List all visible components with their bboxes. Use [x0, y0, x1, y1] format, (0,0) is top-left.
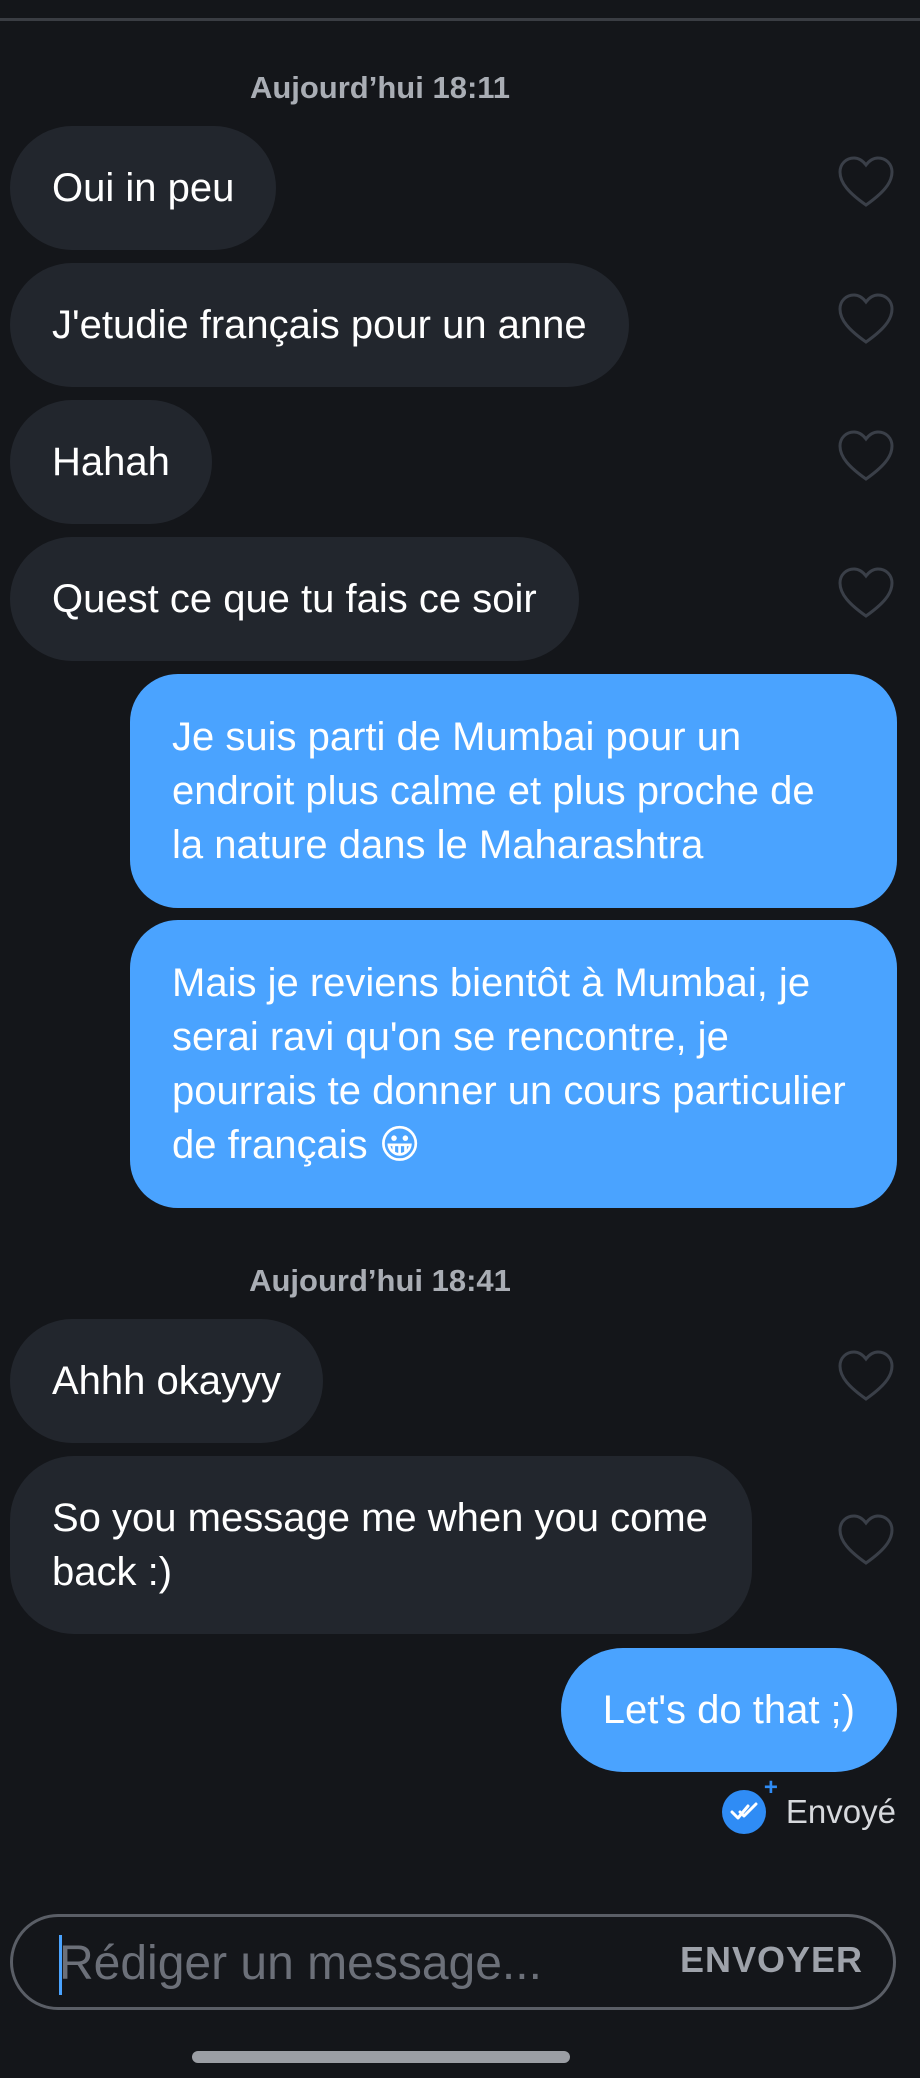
message-outgoing[interactable]: Je suis parti de Mumbai pour un endroit … — [130, 674, 897, 908]
heart-icon[interactable] — [837, 1349, 895, 1403]
message-outgoing[interactable]: Let's do that ;) — [560, 1648, 897, 1772]
timestamp-1811: Aujourd’hui 18:11 — [249, 70, 511, 105]
plus-icon: + — [763, 1774, 778, 1801]
timestamp-1841: Aujourd’hui 18:41 — [249, 1263, 511, 1298]
message-text: Let's do that ;) — [602, 1688, 855, 1732]
message-text: So you message me when you come back :) — [52, 1496, 708, 1594]
heart-icon[interactable] — [837, 566, 895, 620]
send-button[interactable]: ENVOYER — [680, 1939, 863, 1981]
heart-icon[interactable] — [837, 429, 895, 483]
message-incoming[interactable]: So you message me when you come back :) — [10, 1456, 752, 1634]
heart-icon[interactable] — [837, 155, 895, 209]
message-incoming[interactable]: Ahhh okayyy — [10, 1319, 324, 1443]
top-divider — [0, 18, 920, 21]
message-composer: ENVOYER — [10, 1914, 896, 2010]
double-check-icon: + — [721, 1774, 778, 1834]
message-text: Oui in peu — [52, 166, 235, 210]
message-text: Je suis parti de Mumbai pour un endroit … — [172, 715, 815, 867]
message-text: Hahah — [52, 440, 170, 484]
message-incoming[interactable]: Oui in peu — [10, 126, 277, 250]
message-text: Mais je reviens bientôt à Mumbai, je ser… — [172, 961, 846, 1167]
sent-status-label: Envoyé — [785, 1793, 896, 1830]
heart-icon[interactable] — [837, 1513, 895, 1567]
message-input[interactable] — [59, 1929, 639, 1997]
message-incoming[interactable]: Hahah — [10, 400, 212, 524]
message-incoming[interactable]: J'etudie français pour un anne — [10, 263, 629, 387]
heart-icon[interactable] — [837, 292, 895, 346]
sent-status: + Envoyé — [721, 1774, 896, 1834]
message-text: J'etudie français pour un anne — [52, 303, 587, 347]
message-text: Ahhh okayyy — [52, 1359, 282, 1403]
message-outgoing[interactable]: Mais je reviens bientôt à Mumbai, je ser… — [130, 920, 897, 1208]
home-indicator[interactable] — [192, 2051, 570, 2063]
message-text: Quest ce que tu fais ce soir — [52, 577, 537, 621]
message-incoming[interactable]: Quest ce que tu fais ce soir — [10, 537, 579, 661]
